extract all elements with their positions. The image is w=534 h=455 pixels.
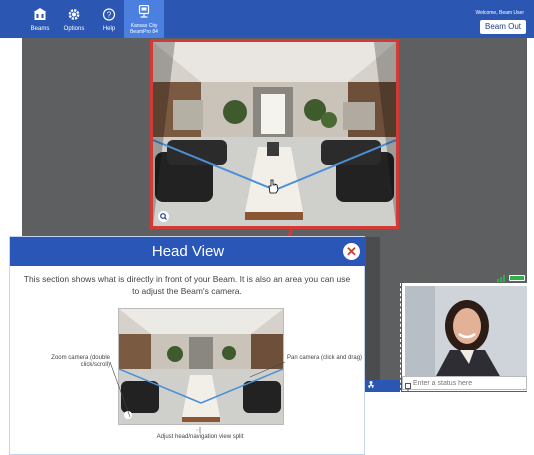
self-view-video xyxy=(405,286,527,378)
split-divider[interactable] xyxy=(400,283,401,393)
welcome-text: Welcome, Beam User xyxy=(475,10,524,16)
hand-cursor-icon xyxy=(266,178,280,199)
head-view-diagram xyxy=(118,308,284,425)
zoom-annotation: Zoom camera (double click/scroll) xyxy=(51,355,110,368)
callout-description: This section shows what is directly in f… xyxy=(23,274,351,296)
beam-out-button[interactable]: Beam Out xyxy=(479,20,526,34)
svg-text:?: ? xyxy=(107,11,112,20)
gear-icon xyxy=(68,8,81,26)
help-callout: Head View ✕ This section shows what is d… xyxy=(9,236,366,455)
head-view[interactable] xyxy=(150,39,399,229)
close-icon[interactable]: ✕ xyxy=(343,243,360,260)
split-annotation: Adjust head/navigation view split xyxy=(156,434,244,440)
battery-icon xyxy=(509,275,525,281)
lower-right-area xyxy=(365,392,534,455)
help-icon: ? xyxy=(102,8,116,26)
navigation-view[interactable] xyxy=(365,237,380,392)
split-handle-icon: ◦ xyxy=(196,427,199,434)
status-icon xyxy=(405,379,411,397)
nav-help-button[interactable]: ? Help xyxy=(89,0,129,38)
nav-active-beam-button[interactable]: Kansas City BeamPro 84 xyxy=(124,0,164,38)
status-input[interactable] xyxy=(413,378,523,389)
nav-help-label: Help xyxy=(102,26,116,32)
nav-active-beam-label: Kansas City BeamPro 84 xyxy=(130,23,158,35)
self-view-panel xyxy=(402,283,527,391)
status-bar xyxy=(402,376,527,392)
signal-icon xyxy=(497,275,505,282)
nav-options-button[interactable]: Options xyxy=(54,0,94,38)
walk-icon[interactable] xyxy=(363,380,403,392)
zoom-icon[interactable] xyxy=(158,209,169,226)
pan-annotation: Pan camera (click and drag) xyxy=(287,355,363,361)
callout-title: Head View xyxy=(151,243,225,260)
callout-header: Head View ✕ xyxy=(10,237,366,266)
building-icon xyxy=(33,8,47,26)
nav-options-label: Options xyxy=(63,26,85,32)
top-bar: Beams Options ? Help Kansas City BeamPro… xyxy=(0,0,534,38)
navigation-toolbar xyxy=(363,380,403,392)
beam-device-icon xyxy=(138,4,150,23)
